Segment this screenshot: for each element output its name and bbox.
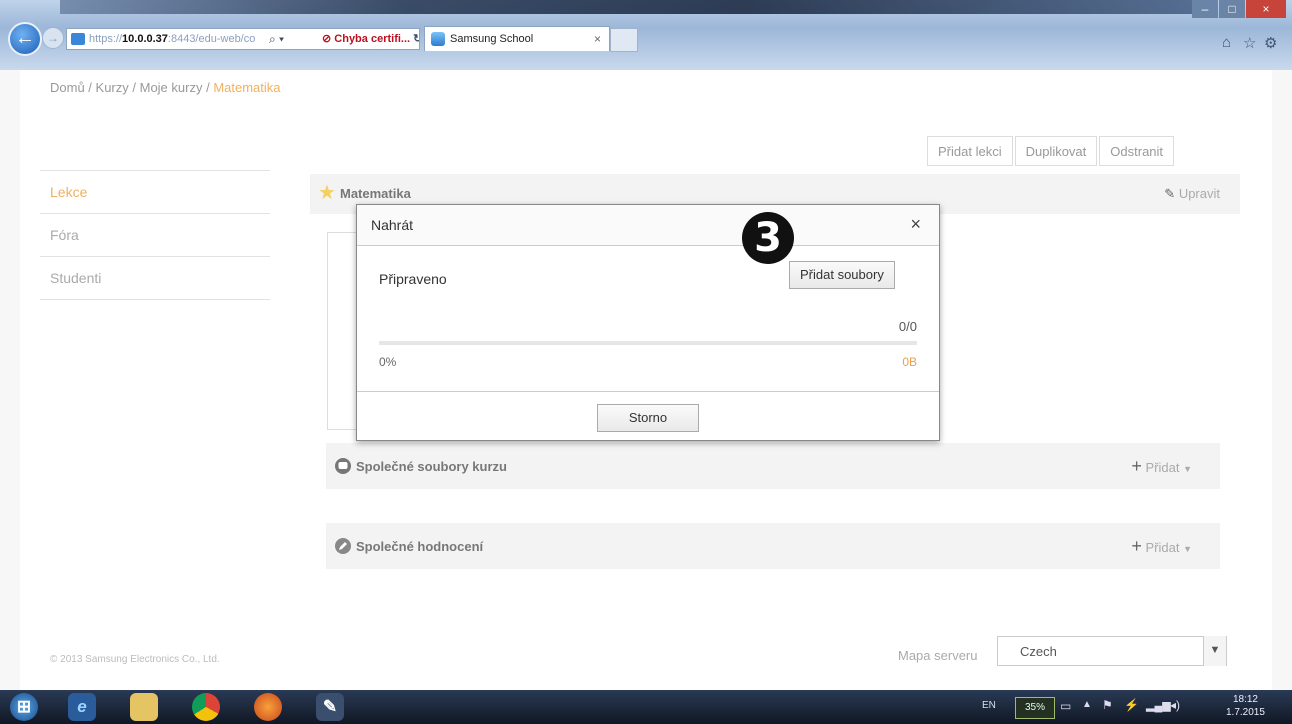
chrome-icon[interactable] — [192, 693, 220, 721]
copyright: © 2013 Samsung Electronics Co., Ltd. — [50, 654, 220, 665]
new-tab-button[interactable] — [610, 28, 638, 52]
paint-icon[interactable]: ✎ — [316, 693, 344, 721]
internet-explorer-icon[interactable]: e — [68, 693, 96, 721]
add-label: Přidat — [1145, 540, 1180, 555]
battery-indicator[interactable]: 35% — [1015, 697, 1055, 719]
settings-gear-icon[interactable]: ⚙ — [1264, 34, 1277, 52]
tab-close-icon[interactable]: × — [594, 27, 601, 51]
forward-button[interactable]: → — [42, 27, 64, 49]
chevron-down-icon: ▼ — [1183, 464, 1192, 474]
url-host: 10.0.0.37 — [122, 33, 168, 45]
clock[interactable]: 18:12 1.7.2015 — [1226, 693, 1265, 719]
lesson-content-area — [327, 232, 356, 430]
breadcrumb-home[interactable]: Domů — [50, 80, 85, 95]
clock-time: 18:12 — [1232, 694, 1258, 705]
file-explorer-icon[interactable] — [130, 693, 158, 721]
tab-samsung-school[interactable]: Samsung School × — [424, 26, 610, 51]
upload-status: Připraveno — [379, 271, 447, 287]
add-course-file-button[interactable]: + Přidat ▼ — [1131, 456, 1192, 477]
language-select[interactable]: Czech ▼ — [997, 636, 1227, 666]
title-bar — [60, 0, 1200, 14]
taskbar: ⊞ e ✎ EN ▭ ▲ ⚑ ⚡ ▂▄▆ ◂) 18:12 1.7.2015 — [0, 690, 1292, 724]
sidebar-item-students[interactable]: Studenti — [40, 256, 270, 300]
lesson-title: Matematika — [340, 186, 411, 201]
tray-expand-icon[interactable]: ▲ — [1082, 699, 1092, 710]
flag-icon[interactable]: ⚑ — [1102, 698, 1113, 712]
breadcrumb: Domů / Kurzy / Moje kurzy / Matematika — [50, 80, 281, 95]
evaluation-title: Společné hodnocení — [356, 539, 484, 554]
input-language[interactable]: EN — [982, 700, 996, 711]
upload-dialog: Nahrát × Připraveno Přidat soubory 0/0 0… — [356, 204, 940, 441]
breadcrumb-current: Matematika — [213, 80, 281, 95]
progress-bar — [379, 341, 917, 345]
lesson-actions: Přidat lekci Duplikovat Odstranit — [927, 136, 1176, 168]
duplicate-button[interactable]: Duplikovat — [1014, 136, 1098, 166]
dialog-header: Nahrát × — [357, 205, 939, 246]
add-evaluation-button[interactable]: + Přidat ▼ — [1131, 536, 1192, 557]
breadcrumb-separator: / — [84, 80, 96, 95]
file-count: 0/0 — [898, 319, 917, 334]
volume-icon[interactable]: ◂) — [1170, 698, 1180, 712]
refresh-icon[interactable]: ↻ — [413, 33, 419, 45]
sitemap-link[interactable]: Mapa serveru — [898, 648, 977, 663]
breadcrumb-separator: / — [202, 80, 214, 95]
course-files-section: Společné soubory kurzu + Přidat ▼ — [326, 443, 1220, 489]
start-button-icon[interactable]: ⊞ — [10, 693, 38, 721]
delete-button[interactable]: Odstranit — [1099, 136, 1175, 166]
minimize-button[interactable]: – — [1192, 0, 1218, 18]
plus-icon: + — [1131, 456, 1142, 476]
url-path: :8443/edu-web/co — [167, 33, 256, 45]
address-bar[interactable]: https://10.0.0.37:8443/edu-web/co ⌕ ▾ ⊘ … — [66, 28, 420, 50]
close-icon[interactable]: × — [910, 215, 921, 233]
add-label: Přidat — [1145, 460, 1180, 475]
search-icon[interactable]: ⌕ ▾ — [269, 29, 284, 49]
language-value: Czech — [1020, 644, 1057, 659]
cert-error-label: Chyba certifi... — [334, 33, 411, 45]
breadcrumb-separator: / — [128, 80, 140, 95]
breadcrumb-my-courses[interactable]: Moje kurzy — [140, 80, 203, 95]
dialog-footer: Storno — [357, 391, 939, 441]
signal-icon[interactable]: ▂▄▆ — [1146, 699, 1171, 712]
favorites-star-icon[interactable]: ☆ — [1243, 34, 1256, 52]
step-number-badge: 3 — [742, 212, 794, 264]
firefox-icon[interactable] — [254, 693, 282, 721]
breadcrumb-courses[interactable]: Kurzy — [96, 80, 129, 95]
chevron-down-icon[interactable]: ▼ — [1203, 636, 1226, 666]
home-icon[interactable]: ⌂ — [1222, 34, 1231, 51]
warning-icon: ⊘ — [322, 33, 332, 45]
network-icon[interactable]: ▭ — [1060, 699, 1071, 713]
upload-size: 0B — [902, 355, 917, 369]
plus-icon: + — [1131, 536, 1142, 556]
star-icon: ★ — [318, 182, 336, 204]
course-files-title: Společné soubory kurzu — [356, 459, 507, 474]
back-button[interactable]: ← — [8, 22, 42, 56]
add-files-button[interactable]: Přidat soubory — [789, 261, 895, 289]
maximize-button[interactable]: □ — [1219, 0, 1245, 18]
evaluation-section: Společné hodnocení + Přidat ▼ — [326, 523, 1220, 569]
progress-percent: 0% — [379, 355, 397, 369]
browser-chrome: ← → https://10.0.0.37:8443/edu-web/co ⌕ … — [0, 0, 1292, 71]
dialog-title: Nahrát — [371, 217, 414, 233]
sidebar: Lekce Fóra Studenti — [40, 170, 270, 300]
chevron-down-icon: ▼ — [1183, 544, 1192, 554]
tab-title: Samsung School — [450, 33, 534, 45]
url-scheme: https:// — [89, 33, 123, 45]
power-icon[interactable]: ⚡ — [1124, 698, 1139, 712]
sidebar-item-lessons[interactable]: Lekce — [40, 170, 270, 213]
edit-label: Upravit — [1178, 186, 1220, 201]
pencil-icon: ✎ — [1164, 186, 1176, 201]
tab-favicon-icon — [431, 32, 445, 47]
sidebar-item-forums[interactable]: Fóra — [40, 213, 270, 256]
edit-circle-icon — [335, 538, 351, 554]
cancel-button[interactable]: Storno — [597, 404, 699, 432]
add-lesson-button[interactable]: Přidat lekci — [927, 136, 1013, 166]
clock-date: 1.7.2015 — [1226, 707, 1265, 718]
site-icon — [71, 33, 85, 46]
chat-bubble-icon — [335, 458, 351, 474]
cert-error-link[interactable]: ⊘ Chyba certifi... ↻ — [322, 29, 419, 49]
edit-lesson-button[interactable]: ✎ Upravit — [1164, 186, 1220, 202]
close-window-button[interactable]: × — [1246, 0, 1286, 18]
